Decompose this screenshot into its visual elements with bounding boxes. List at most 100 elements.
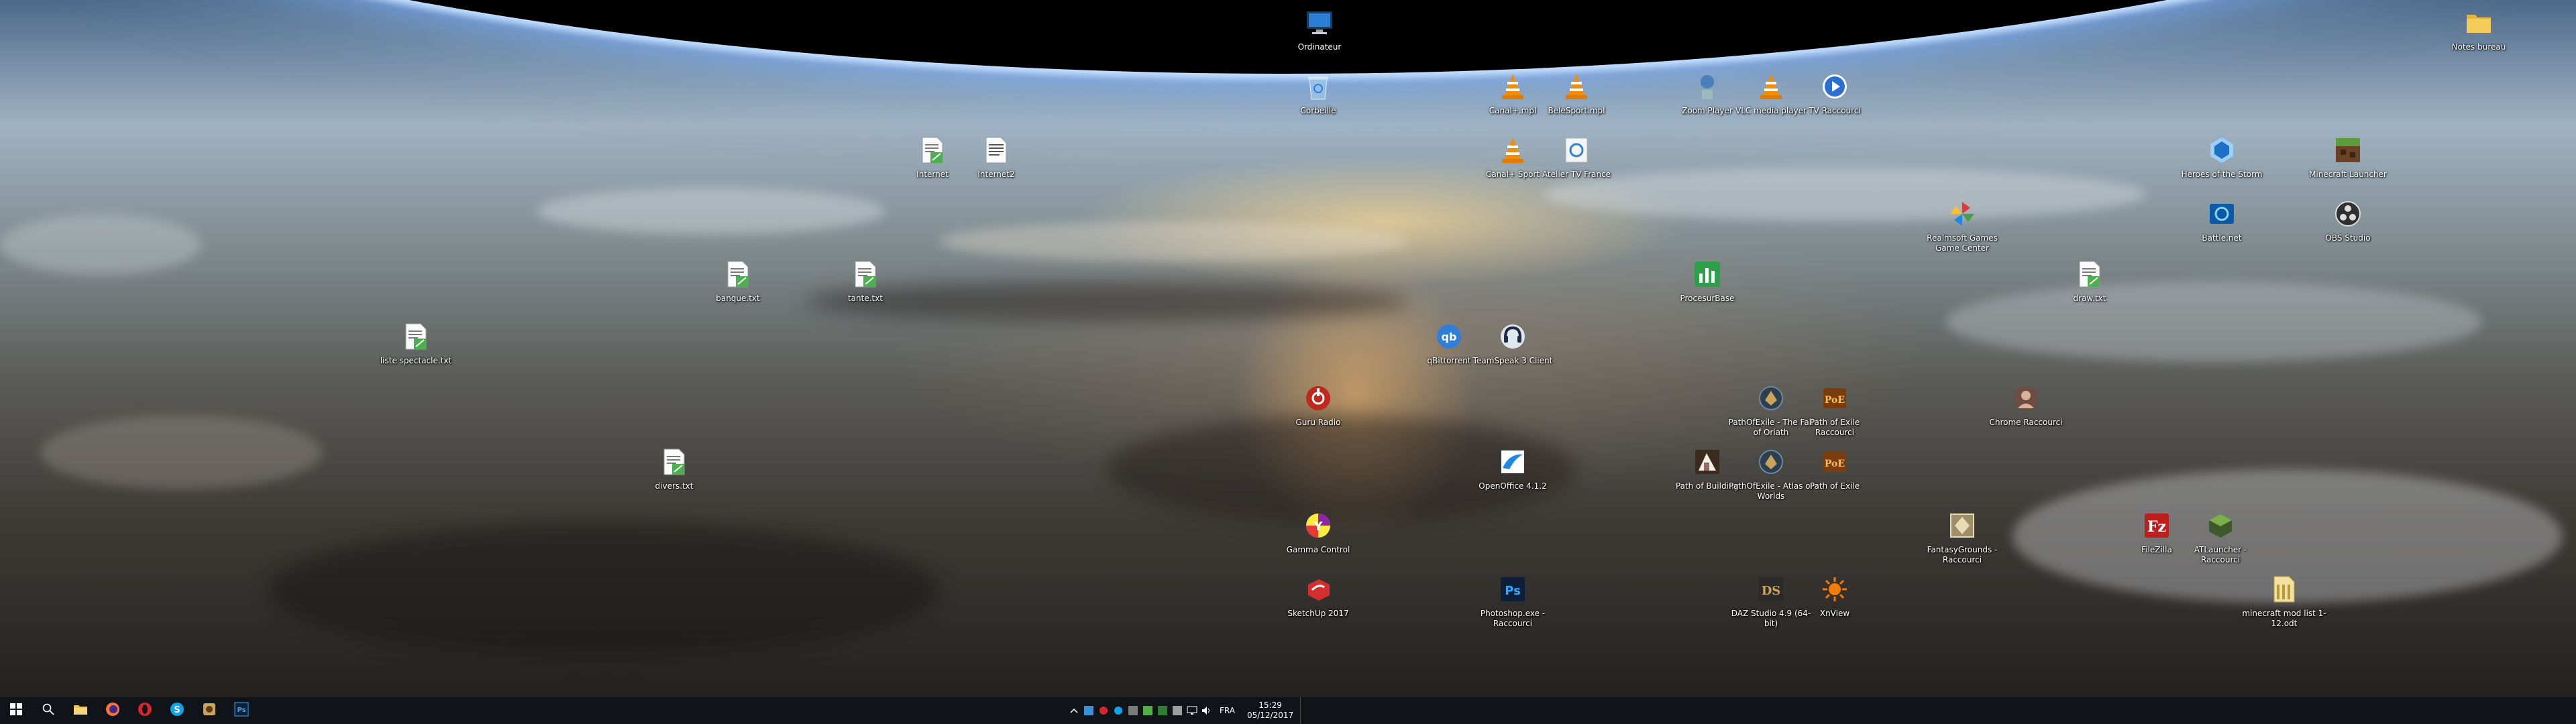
desktop-icon-atlauncher[interactable]: ATLauncher - Raccourci <box>2177 509 2264 565</box>
photoshop-taskbar-button[interactable]: Ps <box>225 697 258 724</box>
desktop-icon-xnview[interactable]: XnView <box>1791 573 1878 619</box>
poe-box-icon: PoE <box>1819 382 1851 414</box>
desktop-icon-chrome[interactable]: Chrome Raccourci <box>1982 382 2070 428</box>
file-explorer-button[interactable] <box>64 697 97 724</box>
tray-app-icon[interactable] <box>1170 697 1185 724</box>
tray-opera-icon[interactable] <box>1096 697 1111 724</box>
desktop-icon-tv-raccourci[interactable]: TV Raccourci <box>1791 70 1878 116</box>
poe-icon <box>1755 446 1787 478</box>
fg-icon <box>1946 509 1978 542</box>
desktop-icon-atelier-tv[interactable]: Atelier TV France <box>1533 134 1620 180</box>
poe-icon <box>1755 382 1787 414</box>
desktop-icon-guru-radio[interactable]: Guru Radio <box>1275 382 1362 428</box>
firefox-button[interactable] <box>97 697 129 724</box>
desktop-icon-minecraft-mod-list[interactable]: minecraft mod list 1-12.odt <box>2241 573 2328 629</box>
desktop-wallpaper: Ordinateur Corbeille Canal+.mpl BeleSport.m… <box>0 0 2576 697</box>
chart-icon <box>1691 258 1723 290</box>
desktop-icon-sketchup[interactable]: SketchUp 2017 <box>1275 573 1362 619</box>
qbt-icon: qb <box>1433 320 1465 353</box>
desktop-icon-label: SketchUp 2017 <box>1287 609 1349 618</box>
clock-date: 05/12/2017 <box>1246 711 1294 720</box>
tray-app-icon[interactable] <box>1140 697 1155 724</box>
svg-text:PoE: PoE <box>1825 395 1845 406</box>
desktop-icon-corbeille[interactable]: Corbeille <box>1275 70 1362 116</box>
gamma-icon: Y <box>1302 509 1334 542</box>
desktop-icon-draw-txt[interactable]: draw.txt <box>2046 258 2133 304</box>
ps-icon: Ps <box>234 702 249 719</box>
text-file-icon <box>916 134 949 166</box>
disc-icon <box>1560 134 1593 166</box>
tray-app-icon[interactable] <box>1155 697 1170 724</box>
desktop-icon-notes-bureau[interactable]: Notes bureau <box>2435 7 2522 52</box>
volume-icon[interactable] <box>1199 697 1214 724</box>
game-button[interactable] <box>193 697 225 724</box>
chevron-up-icon[interactable] <box>1067 697 1081 724</box>
desktop-icon-liste-spectacle[interactable]: liste spectacle.txt <box>372 320 460 366</box>
desktop-icon-banque[interactable]: banque.txt <box>694 258 782 304</box>
desktop-icon-minecraft-launcher[interactable]: Minecraft Launcher <box>2304 134 2392 180</box>
desktop-icon-label: Notes bureau <box>2451 42 2506 52</box>
search-button[interactable] <box>32 697 64 724</box>
desktop-icon-path-of-exile[interactable]: PoE Path of Exile <box>1791 446 1878 491</box>
desktop-icon-label: Ordinateur <box>1297 42 1342 52</box>
firefox-icon <box>105 702 120 719</box>
desktop-icon-battlenet[interactable]: Battle.net <box>2178 198 2265 243</box>
skype-button[interactable]: S <box>161 697 193 724</box>
desktop-icon-label: Chrome Raccourci <box>1989 418 2063 427</box>
opera-icon <box>138 702 152 719</box>
desktop-icon-label: Internet2 <box>977 170 1015 179</box>
opera-button[interactable] <box>129 697 161 724</box>
desktop-icon-internet2[interactable]: Internet2 <box>953 134 1040 180</box>
minecraft-icon <box>2332 134 2364 166</box>
game-icon <box>202 702 217 719</box>
desktop-icon-photoshop[interactable]: Ps Photoshop.exe - Raccourci <box>1469 573 1556 629</box>
atl-icon <box>2204 509 2237 542</box>
daz-icon: DS <box>1755 573 1787 605</box>
clock[interactable]: 15:29 05/12/2017 <box>1240 701 1300 721</box>
desktop-icon-teamspeak[interactable]: TeamSpeak 3 Client <box>1469 320 1556 366</box>
tray-app-icon[interactable] <box>1081 697 1096 724</box>
tray-skype-icon[interactable] <box>1111 697 1126 724</box>
desktop-icon-divers[interactable]: divers.txt <box>631 446 718 491</box>
search-icon <box>42 703 54 718</box>
poe-box-icon: PoE <box>1819 446 1851 478</box>
text-file-icon <box>658 446 690 478</box>
desktop-icon-openoffice[interactable]: OpenOffice 4.1.2 <box>1469 446 1556 491</box>
desktop-icon-label: Battle.net <box>2202 233 2242 243</box>
system-tray: FRA 15:29 05/12/2017 <box>1067 697 1305 724</box>
svg-text:DS: DS <box>1762 584 1781 598</box>
show-desktop-button[interactable] <box>1300 697 1305 724</box>
desktop-icon-label: minecraft mod list 1-12.odt <box>2242 609 2326 628</box>
cloud <box>537 188 885 235</box>
tray-app-icon[interactable] <box>1126 697 1140 724</box>
sketchup-icon <box>1302 573 1334 605</box>
desktop-icon-label: XnView <box>1819 609 1850 618</box>
desktop-icon-path-tree-atlas[interactable]: PoE Path of Exile Raccourci <box>1791 382 1878 438</box>
desktop-icon-fantasy-grounds[interactable]: FantasyGrounds - Raccourci <box>1919 509 2006 565</box>
computer-icon <box>1303 7 1336 39</box>
svg-text:S: S <box>174 705 180 715</box>
desktop-icon-obs[interactable]: OBS Studio <box>2304 198 2392 243</box>
desktop-icon-label: Gamma Control <box>1286 545 1350 554</box>
desktop-icon-label: BeleSport.mpl <box>1548 106 1605 115</box>
start-button[interactable] <box>0 697 32 724</box>
desktop-icon-label: Path of Exile Raccourci <box>1809 418 1860 437</box>
odt-icon <box>2268 573 2300 605</box>
network-icon[interactable] <box>1185 697 1199 724</box>
desktop-icon-label: Atelier TV France <box>1542 170 1611 179</box>
desktop-icon-heroes-storm[interactable]: Heroes of the Storm <box>2178 134 2265 180</box>
desktop-icon-ordinateur[interactable]: Ordinateur <box>1276 7 1363 52</box>
pob-icon <box>1691 446 1723 478</box>
desktop-icon-tante[interactable]: tante.txt <box>822 258 909 304</box>
desktop-icon-procesurbase[interactable]: ProcesurBase <box>1664 258 1751 304</box>
recycle-bin-icon <box>1302 70 1334 103</box>
doc-file-icon <box>980 134 1012 166</box>
cloud <box>40 416 322 489</box>
desktop-icon-label: Photoshop.exe - Raccourci <box>1480 609 1546 628</box>
svg-text:Y: Y <box>1313 520 1323 534</box>
desktop-icon-label: Realmsoft Games Game Center <box>1927 233 1998 253</box>
desktop-icon-belesport[interactable]: BeleSport.mpl <box>1533 70 1620 116</box>
language-indicator[interactable]: FRA <box>1214 706 1240 715</box>
desktop-icon-gamma-control[interactable]: Y Gamma Control <box>1275 509 1362 555</box>
desktop-icon-realmsoft[interactable]: Realmsoft Games Game Center <box>1919 198 2006 253</box>
